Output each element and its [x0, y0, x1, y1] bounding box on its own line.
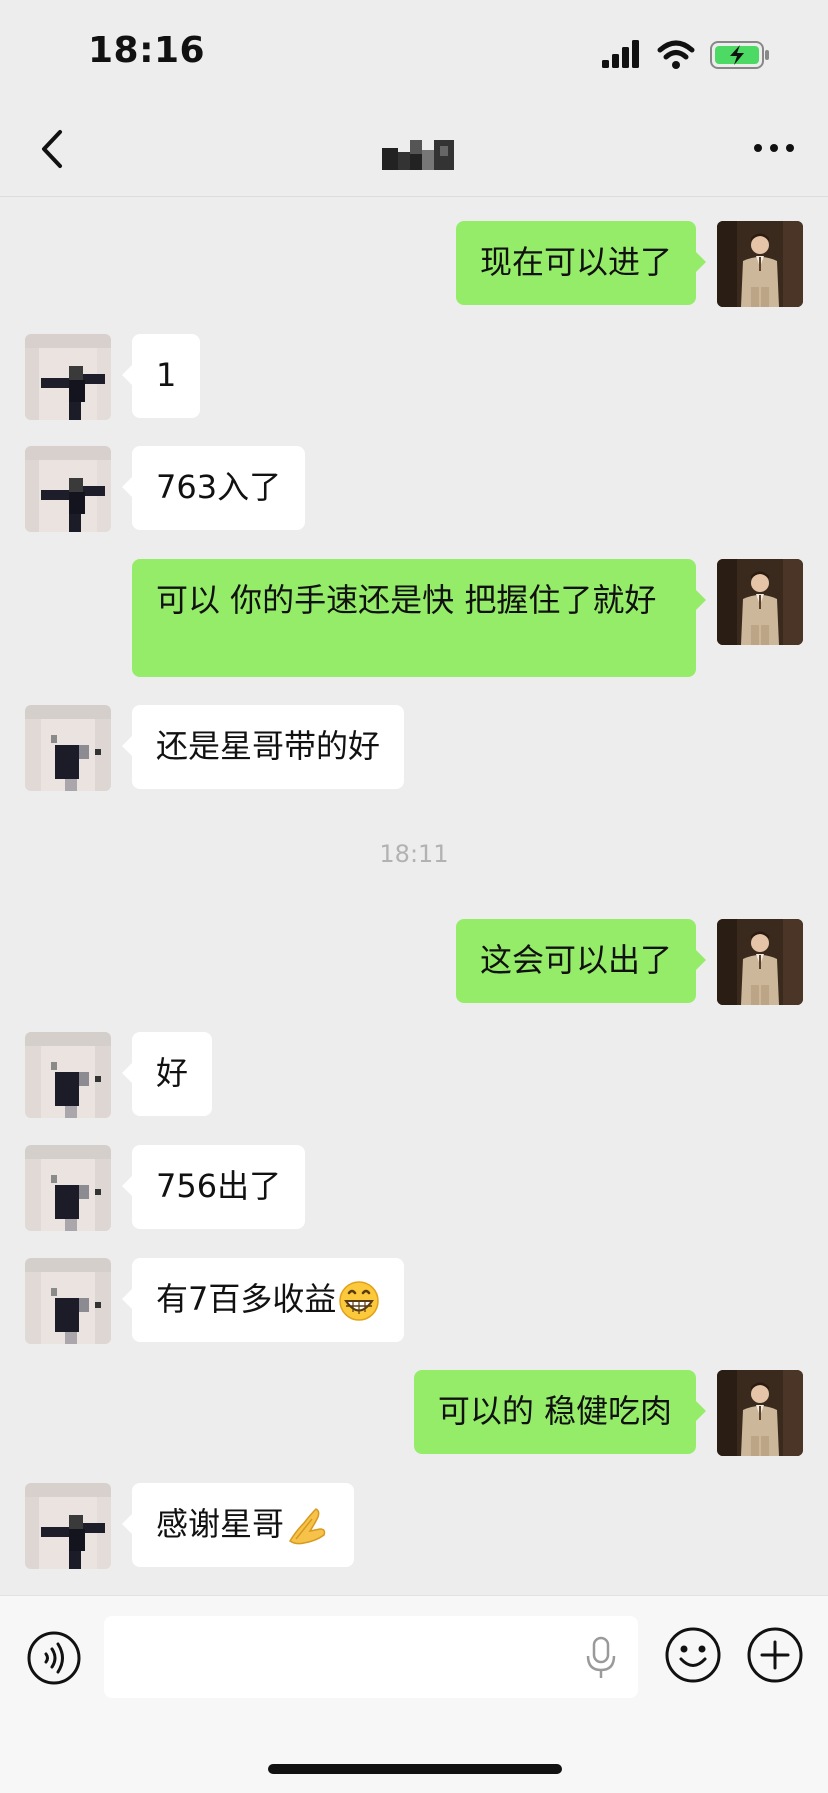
message-text: 763入了 — [156, 468, 282, 506]
contact-avatar[interactable] — [25, 705, 111, 791]
message-text: 1 — [156, 356, 177, 394]
message-text: 好 — [156, 1054, 189, 1092]
contact-avatar[interactable] — [25, 1145, 111, 1231]
input-bar — [0, 1595, 828, 1793]
message-bubble-incoming[interactable]: 763入了 — [121, 446, 306, 530]
chat-header — [0, 100, 828, 197]
more-actions-button[interactable] — [746, 1626, 804, 1684]
contact-avatar[interactable] — [25, 1258, 111, 1344]
emoji-button[interactable] — [664, 1626, 722, 1684]
my-avatar[interactable] — [717, 221, 803, 307]
message-text: 现在可以进了 — [479, 243, 672, 281]
more-button[interactable] — [750, 130, 798, 166]
message-text: 还是星哥带的好 — [156, 727, 381, 765]
message-text: 可以的 稳健吃肉 — [437, 1392, 672, 1430]
signal-icon — [602, 40, 639, 68]
status-icons — [602, 38, 772, 72]
grinning-face-icon — [339, 1281, 380, 1321]
message-bubble-incoming[interactable]: 有7百多收益 — [121, 1258, 405, 1342]
my-avatar[interactable] — [717, 919, 803, 1005]
contact-avatar[interactable] — [25, 334, 111, 420]
home-indicator[interactable] — [268, 1764, 562, 1774]
message-bubble-incoming[interactable]: 好 — [121, 1032, 213, 1116]
message-text: 可以 你的手速还是快 把握住了就好 — [156, 581, 657, 619]
message-bubble-incoming[interactable]: 感谢星哥 — [121, 1483, 355, 1567]
my-avatar[interactable] — [717, 1370, 803, 1456]
contact-avatar[interactable] — [25, 1032, 111, 1118]
message-bubble-outgoing[interactable]: 这会可以出了 — [455, 919, 707, 1003]
voice-mode-button[interactable] — [26, 1630, 82, 1686]
message-text: 有7百多收益 — [156, 1280, 337, 1318]
status-bar: 18:16 — [0, 0, 828, 100]
folded-hands-icon — [289, 1508, 326, 1545]
my-avatar[interactable] — [717, 559, 803, 645]
microphone-icon[interactable] — [584, 1636, 618, 1680]
contact-avatar[interactable] — [25, 1483, 111, 1569]
message-text: 756出了 — [156, 1167, 282, 1205]
message-input[interactable] — [104, 1616, 638, 1698]
message-list[interactable]: 现在可以进了 1 763入了 可以 你的手速还是快 把握住了就好 还是星哥带的好… — [0, 197, 828, 1595]
more-dots-icon — [754, 144, 794, 152]
message-bubble-incoming[interactable]: 756出了 — [121, 1145, 306, 1229]
message-bubble-outgoing[interactable]: 可以的 稳健吃肉 — [413, 1370, 707, 1454]
wifi-icon — [657, 40, 695, 69]
message-bubble-outgoing[interactable]: 现在可以进了 — [455, 221, 707, 305]
message-bubble-outgoing[interactable]: 可以 你的手速还是快 把握住了就好 — [132, 559, 706, 677]
message-bubble-incoming[interactable]: 1 — [121, 334, 201, 418]
smiley-icon — [665, 1627, 721, 1683]
status-time: 18:16 — [88, 30, 206, 71]
voice-icon — [27, 1631, 81, 1685]
chat-title-redacted — [382, 140, 454, 170]
contact-avatar[interactable] — [25, 446, 111, 532]
chat-timestamp: 18:11 — [379, 840, 449, 868]
message-bubble-incoming[interactable]: 还是星哥带的好 — [121, 705, 405, 789]
plus-circle-icon — [747, 1627, 803, 1683]
message-text: 感谢星哥 — [156, 1505, 285, 1543]
message-text: 这会可以出了 — [479, 941, 672, 979]
chevron-left-icon — [42, 130, 62, 168]
battery-icon — [710, 41, 769, 69]
back-button[interactable] — [30, 122, 78, 176]
